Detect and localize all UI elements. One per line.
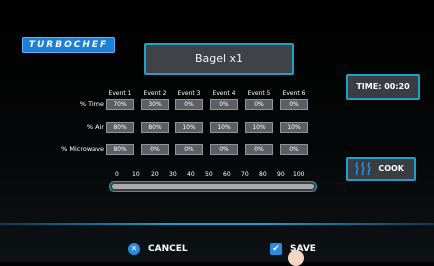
checkbox-icon: ✔	[270, 243, 282, 255]
recipe-name-field[interactable]: Bagel x1	[144, 43, 294, 75]
event-header: Event 2	[143, 90, 167, 97]
touch-cursor	[288, 250, 304, 266]
footer-divider	[0, 223, 434, 225]
air-cell[interactable]: 80%	[141, 122, 169, 133]
time-cell[interactable]: 70%	[106, 99, 134, 110]
air-cell[interactable]: 10%	[280, 122, 308, 133]
air-cell[interactable]: 80%	[106, 122, 134, 133]
air-cell[interactable]: 10%	[175, 122, 203, 133]
heat-waves-icon	[355, 162, 371, 176]
turbochef-logo: TURBOCHEF	[22, 37, 115, 53]
event-header: Event 6	[282, 90, 306, 97]
cook-label: COOK	[378, 164, 404, 173]
row-label-air: % Air	[86, 123, 104, 131]
time-cell[interactable]: 0%	[245, 99, 273, 110]
row-label-microwave: % Microwave	[61, 145, 104, 153]
cook-button[interactable]: COOK	[346, 157, 416, 181]
slider-tick: 90	[277, 171, 285, 178]
slider-tick: 30	[169, 171, 177, 178]
close-circle-icon: ✕	[128, 243, 140, 255]
microwave-cell[interactable]: 80%	[106, 144, 134, 155]
microwave-cell[interactable]: 0%	[141, 144, 169, 155]
event-slider[interactable]	[109, 181, 317, 192]
time-button[interactable]: TIME: 00:20	[346, 74, 420, 100]
microwave-cell[interactable]: 0%	[210, 144, 238, 155]
slider-tick: 0	[115, 171, 119, 178]
event-header: Event 4	[212, 90, 236, 97]
cancel-button[interactable]: ✕ CANCEL	[128, 243, 188, 255]
event-header: Event 5	[247, 90, 271, 97]
slider-tick: 10	[132, 171, 140, 178]
air-cell[interactable]: 10%	[245, 122, 273, 133]
slider-tick: 40	[187, 171, 195, 178]
time-cell[interactable]: 30%	[141, 99, 169, 110]
slider-tick: 70	[241, 171, 249, 178]
time-cell[interactable]: 0%	[280, 99, 308, 110]
time-cell[interactable]: 0%	[175, 99, 203, 110]
slider-tick: 100	[293, 171, 305, 178]
event-header: Event 1	[108, 90, 132, 97]
slider-tick: 60	[223, 171, 231, 178]
slider-tick: 20	[151, 171, 159, 178]
microwave-cell[interactable]: 0%	[175, 144, 203, 155]
slider-tick: 80	[259, 171, 267, 178]
cancel-label: CANCEL	[148, 244, 188, 254]
time-cell[interactable]: 0%	[210, 99, 238, 110]
microwave-cell[interactable]: 0%	[245, 144, 273, 155]
slider-tick: 50	[205, 171, 213, 178]
slider-track	[112, 184, 314, 189]
row-label-time: % Time	[79, 100, 104, 108]
event-header: Event 3	[177, 90, 201, 97]
air-cell[interactable]: 10%	[210, 122, 238, 133]
microwave-cell[interactable]: 0%	[280, 144, 308, 155]
